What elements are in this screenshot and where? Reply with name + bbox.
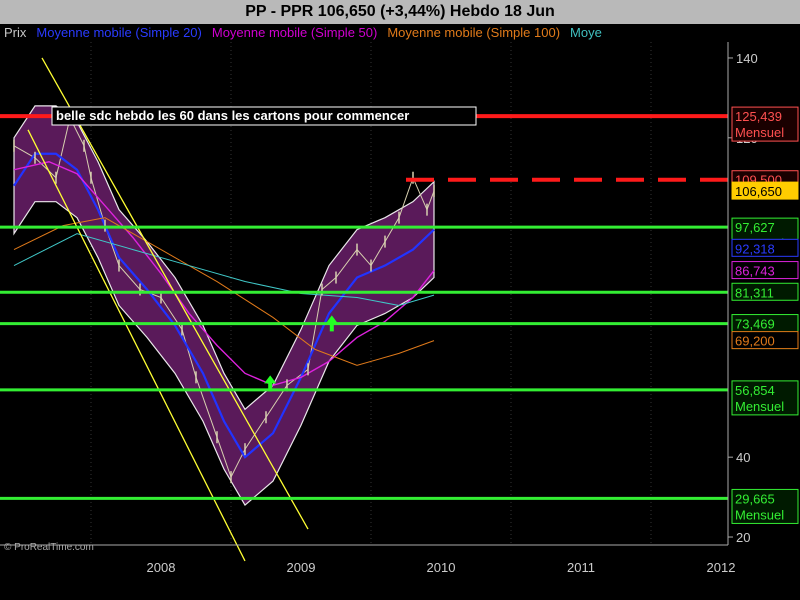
price-tag-label: 106,650 <box>735 184 782 199</box>
x-tick-label: 2008 <box>147 560 176 575</box>
x-tick-label: 2009 <box>287 560 316 575</box>
level-tag-label: 81,311 <box>735 285 774 300</box>
level-tag-label: 97,627 <box>735 220 775 235</box>
x-tick-label: 2011 <box>567 560 595 575</box>
level-tag-label: 56,854 <box>735 383 775 398</box>
x-tick-label: 2012 <box>707 560 736 575</box>
price-tag-label: 86,743 <box>735 264 775 279</box>
level-tag-sublabel: Mensuel <box>735 399 784 414</box>
y-tick-label: 140 <box>736 51 758 66</box>
annotation-text: belle sdc hebdo les 60 dans les cartons … <box>56 108 409 123</box>
watermark: © ProRealTime.com <box>4 542 94 553</box>
y-tick-label: 40 <box>736 450 750 465</box>
level-tag-label: 73,469 <box>735 317 775 332</box>
x-tick-label: 2010 <box>427 560 456 575</box>
level-tag-sublabel: Mensuel <box>735 507 784 522</box>
price-tag-label: 92,318 <box>735 241 775 256</box>
level-tag-sublabel: Mensuel <box>735 125 784 140</box>
level-tag-label: 125,439 <box>735 109 782 124</box>
y-tick-label: 20 <box>736 530 750 545</box>
chart: belle sdc hebdo les 60 dans les cartons … <box>0 42 800 575</box>
level-tag-label: 29,665 <box>735 491 775 506</box>
price-tag-label: 69,200 <box>735 334 775 349</box>
